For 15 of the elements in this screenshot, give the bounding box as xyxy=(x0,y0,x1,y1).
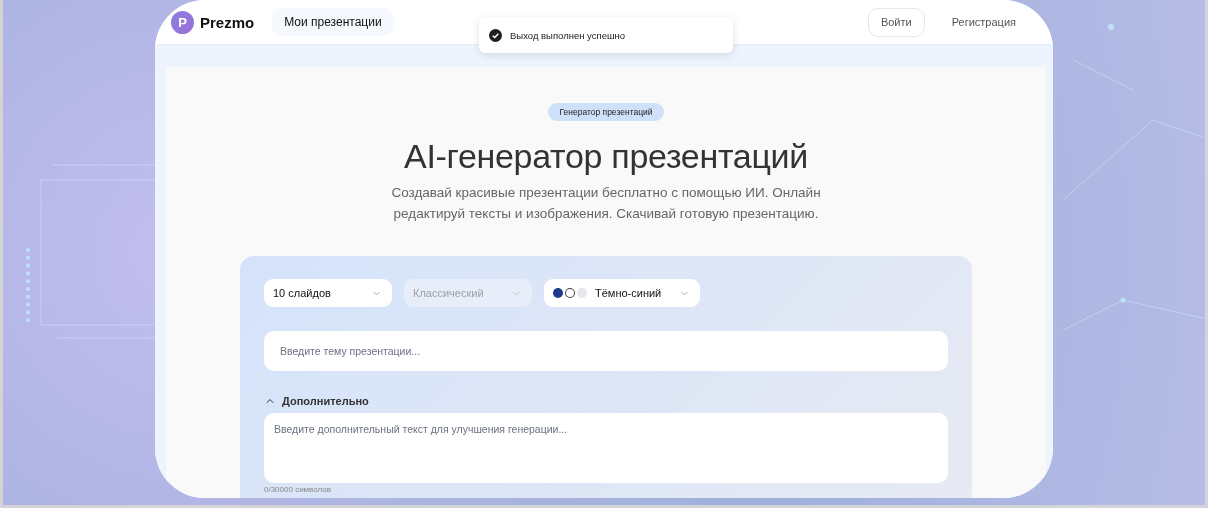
page-title: AI-генератор презентаций xyxy=(404,137,808,176)
login-button[interactable]: Войти xyxy=(867,7,925,37)
extra-text-field[interactable]: Введите дополнительный текст для улучшения генерации... xyxy=(264,413,948,483)
logo-icon[interactable]: P xyxy=(171,10,194,34)
logo-text[interactable]: Prezmo xyxy=(200,13,255,31)
character-counter: 0/30000 символов xyxy=(264,485,332,494)
check-circle-icon xyxy=(489,28,502,42)
topic-input-field[interactable]: Введите тему презентации... xyxy=(264,331,948,371)
page-subtitle: Создавай красивые презентации бесплатно с помощью ИИ. Онлайн редактируй тексты и изображения. Скачивай готовую презентацию. xyxy=(390,184,822,223)
dropdown-select[interactable]: 10 слайдов xyxy=(264,279,392,307)
advanced-toggle[interactable]: Дополнительно xyxy=(264,395,369,407)
dropdown-select[interactable]: Тёмно-синий xyxy=(544,279,700,307)
toast-message: Выход выполнен успешно xyxy=(510,29,626,41)
section-badge: Генератор презентаций xyxy=(548,103,664,121)
nav-link[interactable]: Мои презентации xyxy=(272,8,394,36)
